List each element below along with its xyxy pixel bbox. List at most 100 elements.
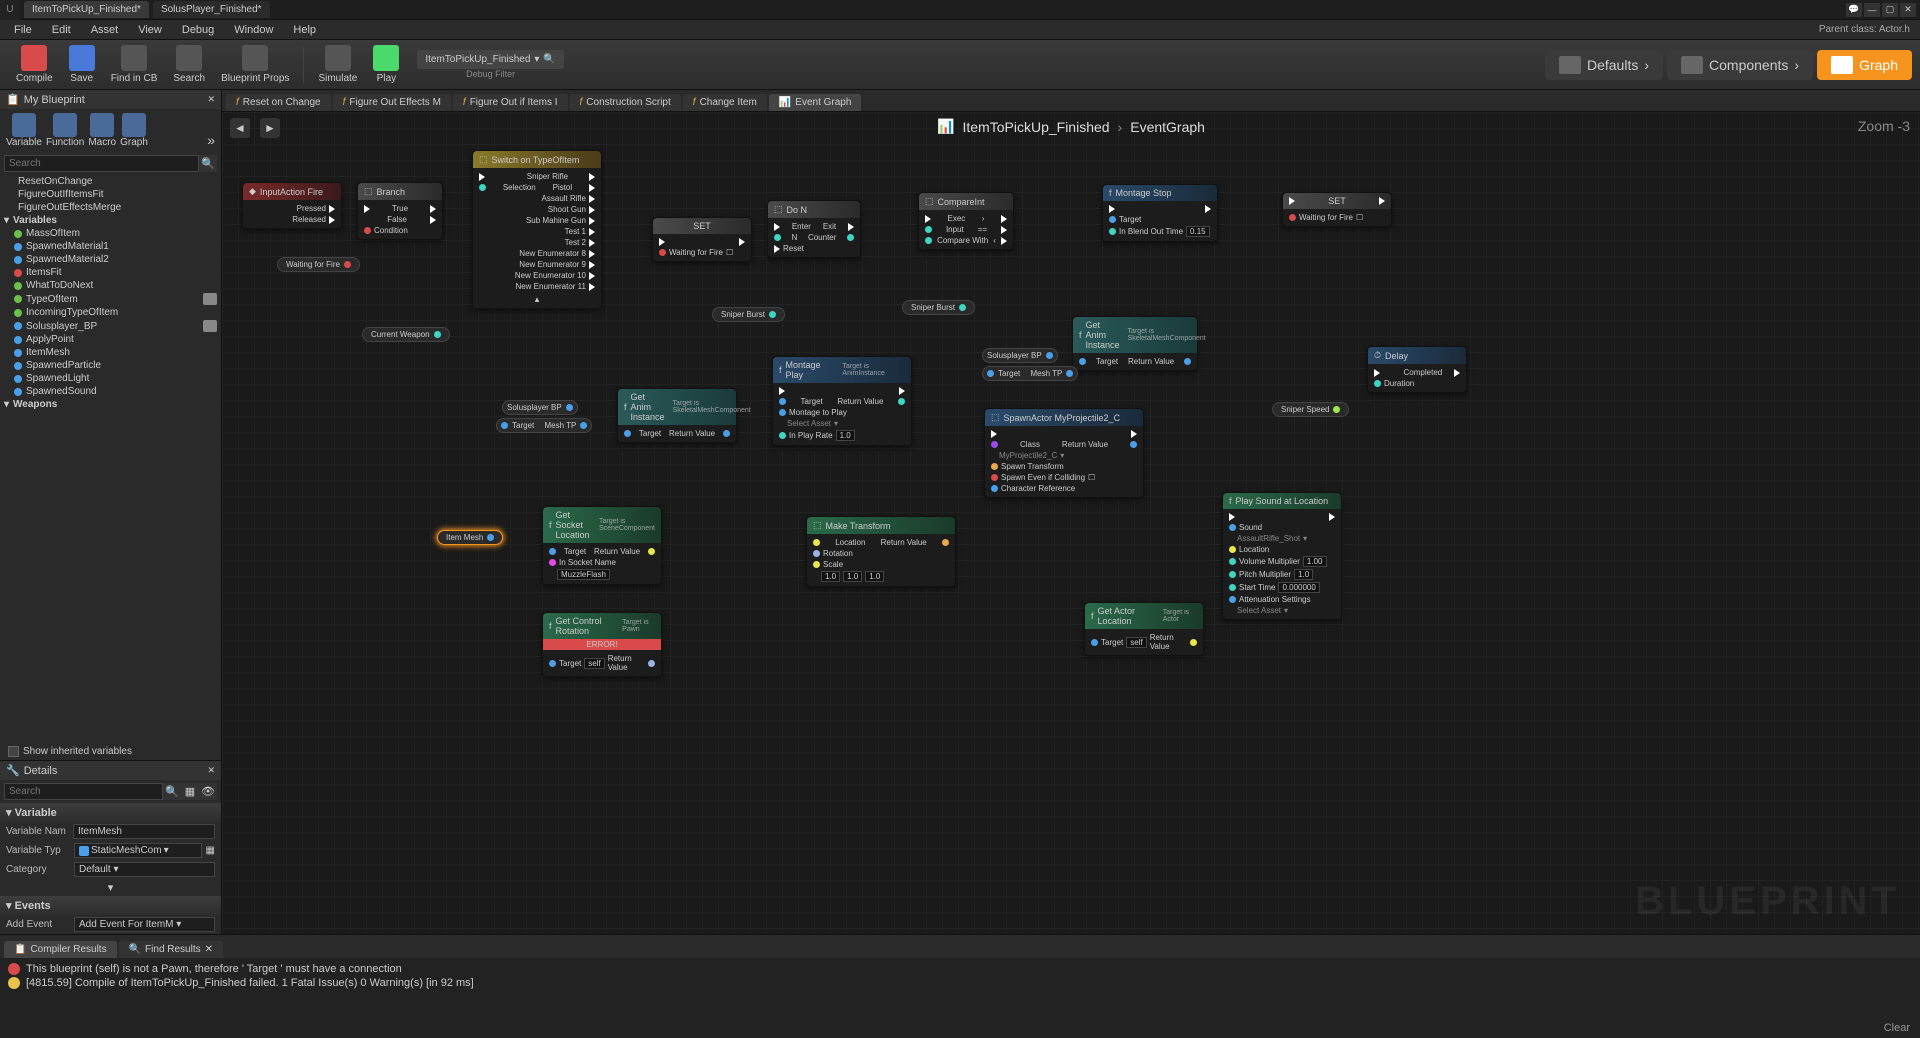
compile-button[interactable]: Compile [8,43,61,86]
eye-icon[interactable]: 👁 [199,783,217,800]
sniper-speed-pill[interactable]: Sniper Speed [1272,402,1349,417]
function-item[interactable]: FigureOutIfItemsFit [0,188,221,201]
error-message[interactable]: This blueprint (self) is not a Pawn, the… [8,962,1912,976]
graph-tab[interactable]: 📊Event Graph [769,94,862,111]
category-combo[interactable]: Default ▾ [74,862,215,877]
menu-window[interactable]: Window [224,24,283,36]
minimize-icon[interactable]: — [1864,3,1880,17]
set-node[interactable]: SET Waiting for Fire ☐ [652,217,752,262]
nav-forward-icon[interactable]: ► [260,118,280,138]
sniper-burst-pill[interactable]: Sniper Burst [902,300,975,315]
graph-tab[interactable]: fReset on Change [226,94,331,111]
variable-item[interactable]: ItemMesh [0,346,221,359]
eye-icon[interactable] [203,293,217,305]
get-control-rotation-node[interactable]: f Get Control RotationTarget is Pawn ERR… [542,612,662,677]
branch-node[interactable]: ⬚ Branch True False Condition [357,182,443,240]
close-icon[interactable]: ✕ [1900,3,1916,17]
play-sound-node[interactable]: f Play Sound at Location Sound AssaultRi… [1222,492,1342,620]
set-node[interactable]: SET Waiting for Fire ☐ [1282,192,1392,227]
get-actor-location-node[interactable]: f Get Actor LocationTarget is Actor Targ… [1084,602,1204,656]
clear-button[interactable]: Clear [1884,1022,1910,1034]
variable-name-input[interactable] [73,824,215,839]
menu-asset[interactable]: Asset [81,24,129,36]
graph-tab[interactable]: fFigure Out if Items I [453,94,568,111]
function-item[interactable]: FigureOutEffectsMerge [0,201,221,214]
add-function-button[interactable]: Function [46,113,84,148]
variable-item[interactable]: MassOfItem [0,227,221,240]
variable-item[interactable]: Solusplayer_BP [0,319,221,333]
add-graph-button[interactable]: Graph [120,113,148,148]
mesh-tp-pill[interactable]: Target Mesh TP [496,418,592,433]
title-tab[interactable]: ItemToPickUp_Finished* [24,1,149,18]
show-inherited-checkbox[interactable]: Show inherited variables [0,743,221,760]
save-button[interactable]: Save [61,43,103,86]
solusplayer-bp-pill[interactable]: Solusplayer BP [982,348,1058,363]
find-results-tab[interactable]: 🔍Find Results✕ [119,941,223,958]
events-section-header[interactable]: ▾ Events [0,896,221,915]
variable-item[interactable]: SpawnedMaterial2 [0,253,221,266]
item-mesh-pill[interactable]: Item Mesh [437,530,503,545]
search-button[interactable]: Search [165,43,213,86]
waiting-for-fire-pill[interactable]: Waiting for Fire [277,257,360,272]
menu-edit[interactable]: Edit [42,24,81,36]
add-event-combo[interactable]: Add Event For ItemM ▾ [74,917,215,932]
defaults-nav-button[interactable]: Defaults› [1545,50,1663,80]
graph-tab[interactable]: fFigure Out Effects M [333,94,451,111]
close-icon[interactable]: ✕ [207,94,215,105]
blueprint-props-button[interactable]: Blueprint Props [213,43,297,86]
help-icon[interactable]: 💬 [1846,3,1862,17]
compiler-results-tab[interactable]: 📋Compiler Results [4,941,117,958]
menu-file[interactable]: File [4,24,42,36]
get-anim-instance-node[interactable]: f Get Anim InstanceTarget is SkeletalMes… [1072,316,1198,371]
variable-item[interactable]: TypeOfItem [0,292,221,306]
mesh-tp-pill[interactable]: Target Mesh TP [982,366,1078,381]
variable-item[interactable]: SpawnedSound [0,385,221,398]
maximize-icon[interactable]: ▢ [1882,3,1898,17]
variable-item[interactable]: ItemsFit [0,266,221,279]
blueprint-search-input[interactable] [4,155,199,172]
title-tab[interactable]: SolusPlayer_Finished* [153,1,270,18]
sniper-burst-pill[interactable]: Sniper Burst [712,307,785,322]
menu-debug[interactable]: Debug [172,24,224,36]
solusplayer-bp-pill[interactable]: Solusplayer BP [502,400,578,415]
close-icon[interactable]: ✕ [207,765,215,776]
grid-icon[interactable]: ▦ [206,845,215,856]
close-icon[interactable]: ✕ [205,944,213,955]
function-item[interactable]: ResetOnChange [0,175,221,188]
switch-node[interactable]: ⬚ Switch on TypeOfItem Sniper Rifle Sele… [472,150,602,309]
menu-help[interactable]: Help [283,24,326,36]
menu-view[interactable]: View [128,24,172,36]
input-action-node[interactable]: ◆ InputAction Fire Pressed Released [242,182,342,229]
nav-back-icon[interactable]: ◄ [230,118,250,138]
grid-icon[interactable]: ▦ [181,783,199,800]
make-transform-node[interactable]: ⬚ Make Transform LocationReturn Value Ro… [806,516,956,587]
details-search-input[interactable] [4,783,163,800]
variables-header[interactable]: ▾Variables [0,214,221,227]
variable-item[interactable]: SpawnedMaterial1 [0,240,221,253]
components-nav-button[interactable]: Components› [1667,50,1813,80]
get-socket-location-node[interactable]: f Get Socket LocationTarget is SceneComp… [542,506,662,585]
warning-message[interactable]: [4815.59] Compile of ItemToPickUp_Finish… [8,976,1912,990]
debug-filter-combo[interactable]: ItemToPickUp_Finished▾🔍 [417,50,564,69]
variable-item[interactable]: ApplyPoint [0,333,221,346]
get-anim-instance-node[interactable]: f Get Anim InstanceTarget is SkeletalMes… [617,388,737,443]
add-macro-button[interactable]: Macro [88,113,116,148]
montage-stop-node[interactable]: f Montage Stop Target In Blend Out Time … [1102,184,1218,242]
variable-item[interactable]: SpawnedParticle [0,359,221,372]
graph-canvas[interactable]: ◄ ► 📊ItemToPickUp_Finished›EventGraph Zo… [222,112,1920,934]
graph-nav-button[interactable]: Graph [1817,50,1912,80]
expand-icon[interactable]: ▾ [108,882,114,894]
variable-type-combo[interactable]: StaticMeshCom▾ [74,843,202,858]
search-icon[interactable]: 🔍 [163,783,181,800]
current-weapon-pill[interactable]: Current Weapon [362,327,450,342]
graph-tab[interactable]: fChange Item [683,94,767,111]
weapons-header[interactable]: ▾Weapons [0,398,221,411]
montage-play-node[interactable]: f Montage PlayTarget is AnimInstance Tar… [772,356,912,446]
search-icon[interactable]: 🔍 [543,54,555,65]
search-icon[interactable]: 🔍 [199,155,217,172]
graph-tab[interactable]: fConstruction Script [570,94,681,111]
variable-item[interactable]: SpawnedLight [0,372,221,385]
do-n-node[interactable]: ⬚ Do N EnterExit NCounter Reset [767,200,861,258]
simulate-button[interactable]: Simulate [310,43,365,86]
variable-section-header[interactable]: ▾ Variable [0,803,221,822]
